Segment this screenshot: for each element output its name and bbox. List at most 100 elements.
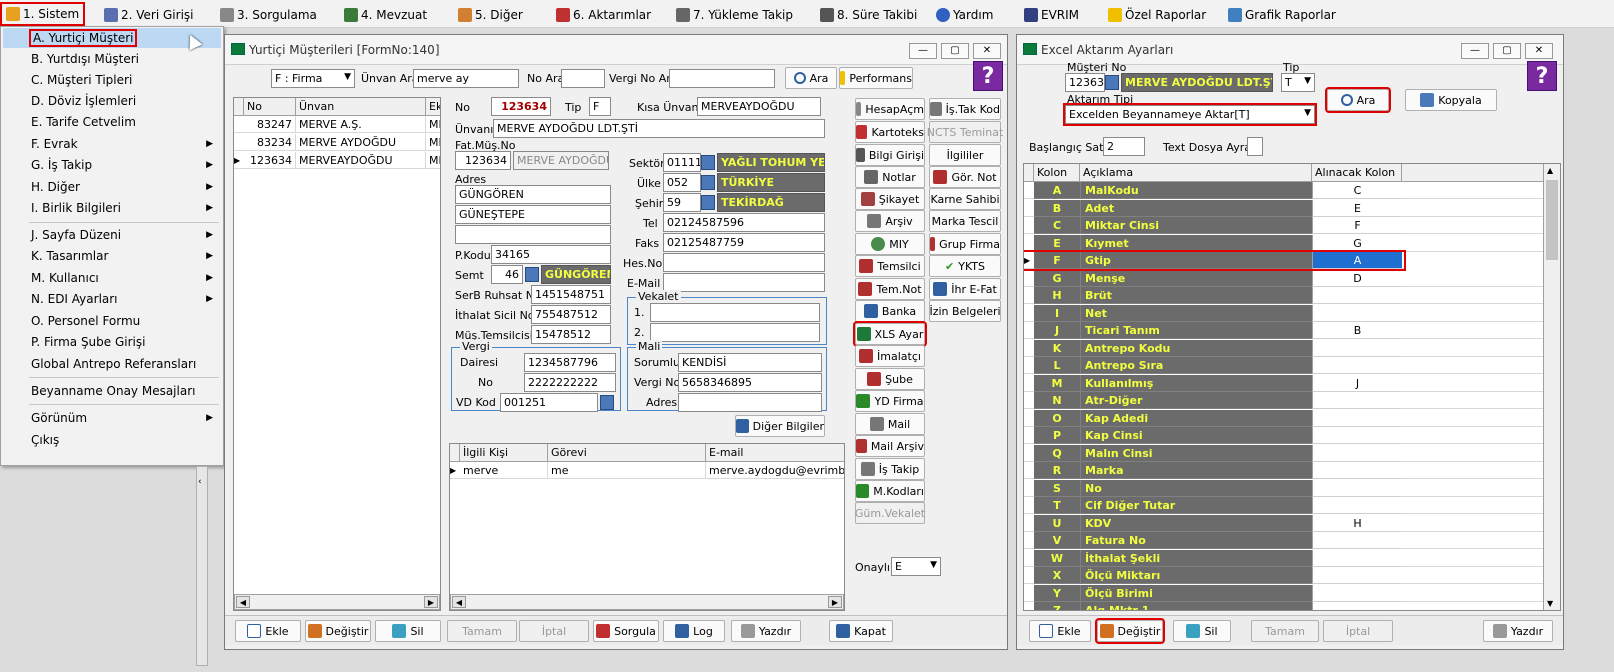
table-row[interactable]: X Ölçü Miktarı	[1024, 567, 1544, 584]
menu-item-sayfa-duzeni[interactable]: J. Sayfa Düzeni ▶	[3, 225, 221, 245]
xls-ayar-button[interactable]: XLS Ayar	[853, 321, 927, 347]
ara-button[interactable]: Ara	[1325, 87, 1391, 113]
scroll-left-icon[interactable]: ◀	[236, 596, 250, 608]
is-tak-kod-button[interactable]: İş.Tak Kod	[929, 98, 1001, 120]
adres-line1[interactable]: GÜNGÖREN	[455, 185, 611, 204]
log-button[interactable]: Log	[663, 620, 725, 642]
grup-firma-button[interactable]: Grup Firma	[929, 233, 1001, 255]
tip-select[interactable]: T ▼	[1281, 73, 1315, 92]
sektor-code-field[interactable]: 01111-	[663, 153, 701, 172]
kapat-button[interactable]: Kapat	[829, 620, 893, 642]
table-row[interactable]: Z Alg Mktr 1	[1024, 602, 1544, 610]
iptal-button[interactable]: İptal	[1323, 620, 1393, 642]
table-row[interactable]: ▶ F Gtip A	[1024, 250, 1406, 271]
sorumlu-field[interactable]: KENDİSİ	[678, 353, 822, 372]
dairesi-field[interactable]: 1234587796	[524, 353, 616, 372]
kisa-unvan-field[interactable]: MERVEAYDOĞDU	[697, 97, 821, 116]
type-select[interactable]: F : Firma ▼	[271, 69, 355, 88]
ulke-code-field[interactable]: 052	[663, 173, 701, 192]
cell-alinacak-kolon[interactable]	[1312, 392, 1402, 409]
cell-alinacak-kolon[interactable]	[1312, 532, 1402, 549]
menu-item-gorunum[interactable]: Görünüm ▶	[3, 408, 221, 428]
ekle-button[interactable]: Ekle	[235, 620, 301, 642]
list-horizontal-scrollbar[interactable]: ◀ ▶	[234, 594, 440, 610]
cell-alinacak-kolon[interactable]	[1312, 444, 1402, 462]
scroll-up-icon[interactable]: ▲	[1547, 166, 1553, 175]
pkodu-field[interactable]: 34165	[491, 245, 611, 264]
table-row[interactable]: B Adet E	[1024, 199, 1544, 217]
scroll-down-icon[interactable]: ▼	[1547, 599, 1553, 608]
menu-sistem[interactable]: 1. Sistem	[0, 2, 86, 26]
menu-item-beyanname-onay[interactable]: Beyanname Onay Mesajları	[3, 381, 221, 401]
table-row[interactable]: T Cif Diğer Tutar	[1024, 497, 1544, 514]
ykts-button[interactable]: ✔ YKTS	[929, 255, 1001, 277]
table-row[interactable]: J Ticari Tanım B	[1024, 322, 1544, 339]
yd-firma-button[interactable]: YD Firma	[855, 390, 925, 412]
scroll-left-icon[interactable]: ◀	[452, 596, 466, 608]
is-takip-button[interactable]: İş Takip	[855, 458, 925, 480]
cell-alinacak-kolon[interactable]	[1312, 287, 1402, 304]
no-search-input[interactable]	[561, 69, 605, 88]
cell-alinacak-kolon[interactable]	[1312, 409, 1402, 427]
vergi-search-input[interactable]	[669, 69, 775, 88]
cell-alinacak-kolon[interactable]	[1312, 497, 1402, 514]
scroll-thumb[interactable]	[1546, 180, 1558, 260]
tip-field[interactable]: F	[589, 97, 611, 116]
ihr-efat-button[interactable]: İhr E-Fat	[929, 278, 1001, 300]
degistir-button[interactable]: Değiştir	[1095, 618, 1165, 644]
col-alinacak-kolon[interactable]: Alınacak Kolon	[1312, 164, 1402, 182]
menu-item-musteri-tipleri[interactable]: C. Müşteri Tipleri	[3, 70, 221, 90]
ilgililer-button[interactable]: İlgililer	[929, 144, 1001, 166]
cell-alinacak-kolon[interactable]: J	[1312, 374, 1402, 392]
help-question-icon[interactable]: ?	[973, 61, 1003, 91]
marka-tescil-button[interactable]: Marka Tescil	[929, 210, 1001, 232]
m-kodlari-button[interactable]: M.Kodları	[855, 480, 925, 502]
table-row[interactable]: G Menşe D	[1024, 269, 1544, 287]
ncts-teminat-button[interactable]: NCTS Teminat	[927, 121, 1003, 143]
collapsed-panel[interactable]: ‹	[196, 466, 208, 666]
table-row[interactable]: I Net	[1024, 304, 1544, 322]
table-row[interactable]: 83247 MERVE A.Ş. ME	[234, 116, 440, 133]
onayli-select[interactable]: E ▼	[891, 557, 941, 576]
email-field[interactable]	[663, 273, 825, 292]
banka-button[interactable]: Banka	[855, 300, 925, 322]
menu-item-yurtdisi-musteri[interactable]: B. Yurtdışı Müşteri	[3, 49, 221, 69]
tem-not-button[interactable]: Tem.Not	[855, 278, 925, 300]
help-question-icon[interactable]: ?	[1527, 61, 1557, 91]
close-button[interactable]: ✕	[973, 43, 1001, 59]
cell-alinacak-kolon[interactable]: E	[1312, 199, 1402, 217]
adres-line2[interactable]: GÜNEŞTEPE	[455, 205, 611, 224]
lookup-icon[interactable]	[701, 155, 715, 170]
mail-arsiv-button[interactable]: Mail Arşiv	[855, 435, 925, 457]
menu-item-tarife[interactable]: E. Tarife Cetvelim	[3, 112, 221, 132]
cell-alinacak-kolon[interactable]	[1312, 427, 1402, 444]
cell-alinacak-kolon[interactable]	[1312, 584, 1402, 602]
menu-sorgulama[interactable]: 3. Sorgulama	[220, 6, 317, 24]
imalatci-button[interactable]: İmalatçı	[855, 345, 925, 367]
menu-item-kullanici[interactable]: M. Kullanıcı ▶	[3, 268, 221, 288]
scroll-right-icon[interactable]: ▶	[424, 596, 438, 608]
gum-vekalet-button[interactable]: Güm.Vekalet	[855, 502, 925, 524]
mali-vergi-no-field[interactable]: 5658346895	[678, 373, 822, 392]
menu-item-personel[interactable]: O. Personel Formu	[3, 311, 221, 331]
menu-veri-girisi[interactable]: 2. Veri Girişi	[104, 6, 194, 24]
cell-alinacak-kolon[interactable]: D	[1312, 269, 1402, 287]
cell-alinacak-kolon[interactable]	[1312, 602, 1402, 610]
karne-sahibi-button[interactable]: Karne Sahibi	[929, 188, 1001, 210]
col-email[interactable]: E-mail	[706, 444, 844, 462]
musteri-no-field[interactable]: 12363	[1065, 73, 1105, 92]
minimize-button[interactable]: —	[909, 43, 937, 59]
menu-ozel-raporlar[interactable]: Özel Raporlar	[1108, 6, 1206, 24]
table-row[interactable]: P Kap Cinsi	[1024, 427, 1544, 444]
hesno-field[interactable]	[663, 253, 825, 272]
no-field[interactable]: 123634	[491, 97, 551, 116]
ekle-button[interactable]: Ekle	[1029, 620, 1091, 642]
table-row[interactable]: ▶ 123634 MERVEAYDOĞDU ME	[234, 152, 440, 169]
table-row[interactable]: R Marka	[1024, 462, 1544, 479]
menu-item-evrak[interactable]: F. Evrak ▶	[3, 134, 221, 154]
tamam-button[interactable]: Tamam	[1251, 620, 1319, 642]
sorgula-button[interactable]: Sorgula	[593, 620, 659, 642]
menu-item-is-takip[interactable]: G. İş Takip ▶	[3, 155, 221, 175]
cell-alinacak-kolon[interactable]	[1312, 462, 1402, 479]
minimize-button[interactable]: —	[1461, 43, 1489, 59]
